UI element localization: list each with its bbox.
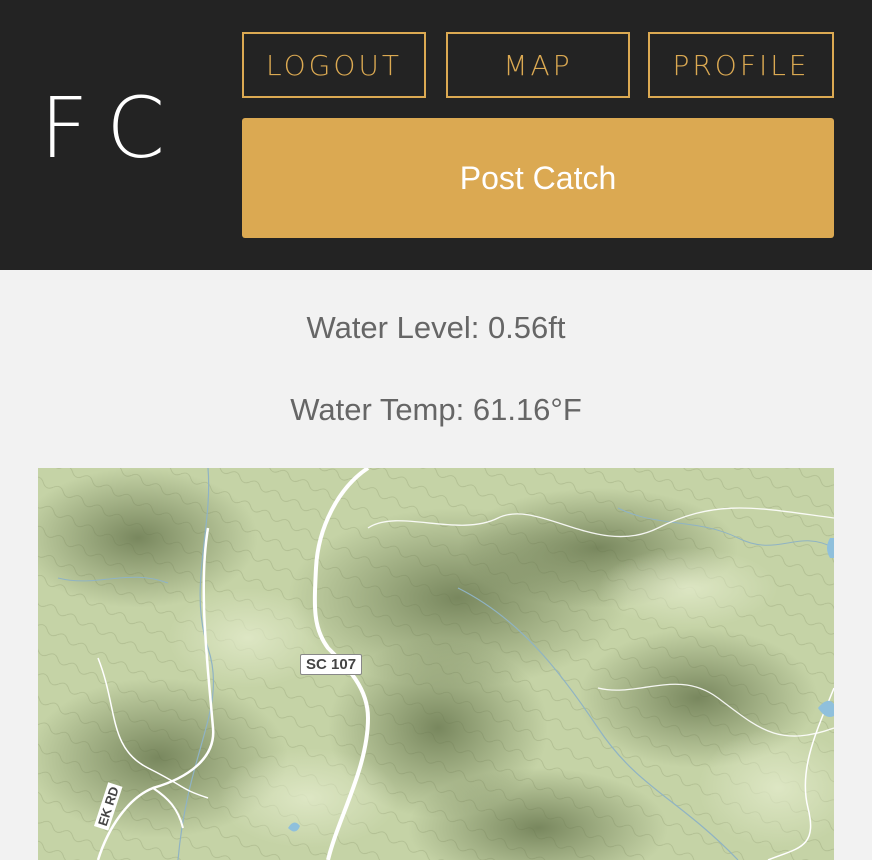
map-terrain — [38, 468, 834, 860]
map-button[interactable]: MAP — [446, 32, 630, 98]
profile-button[interactable]: PROFILE — [648, 32, 834, 98]
app-logo[interactable]: FC — [40, 78, 183, 178]
water-temp-text: Water Temp: 61.16°F — [290, 392, 582, 427]
logout-button[interactable]: LOGOUT — [242, 32, 426, 98]
road-label-sc107: SC 107 — [300, 654, 363, 675]
post-catch-button[interactable]: Post Catch — [242, 118, 834, 238]
topographic-map[interactable]: SC 107 EK RD — [38, 468, 834, 860]
app-header: FC LOGOUT MAP PROFILE Post Catch — [0, 0, 872, 270]
water-level-text: Water Level: 0.56ft — [306, 310, 566, 345]
